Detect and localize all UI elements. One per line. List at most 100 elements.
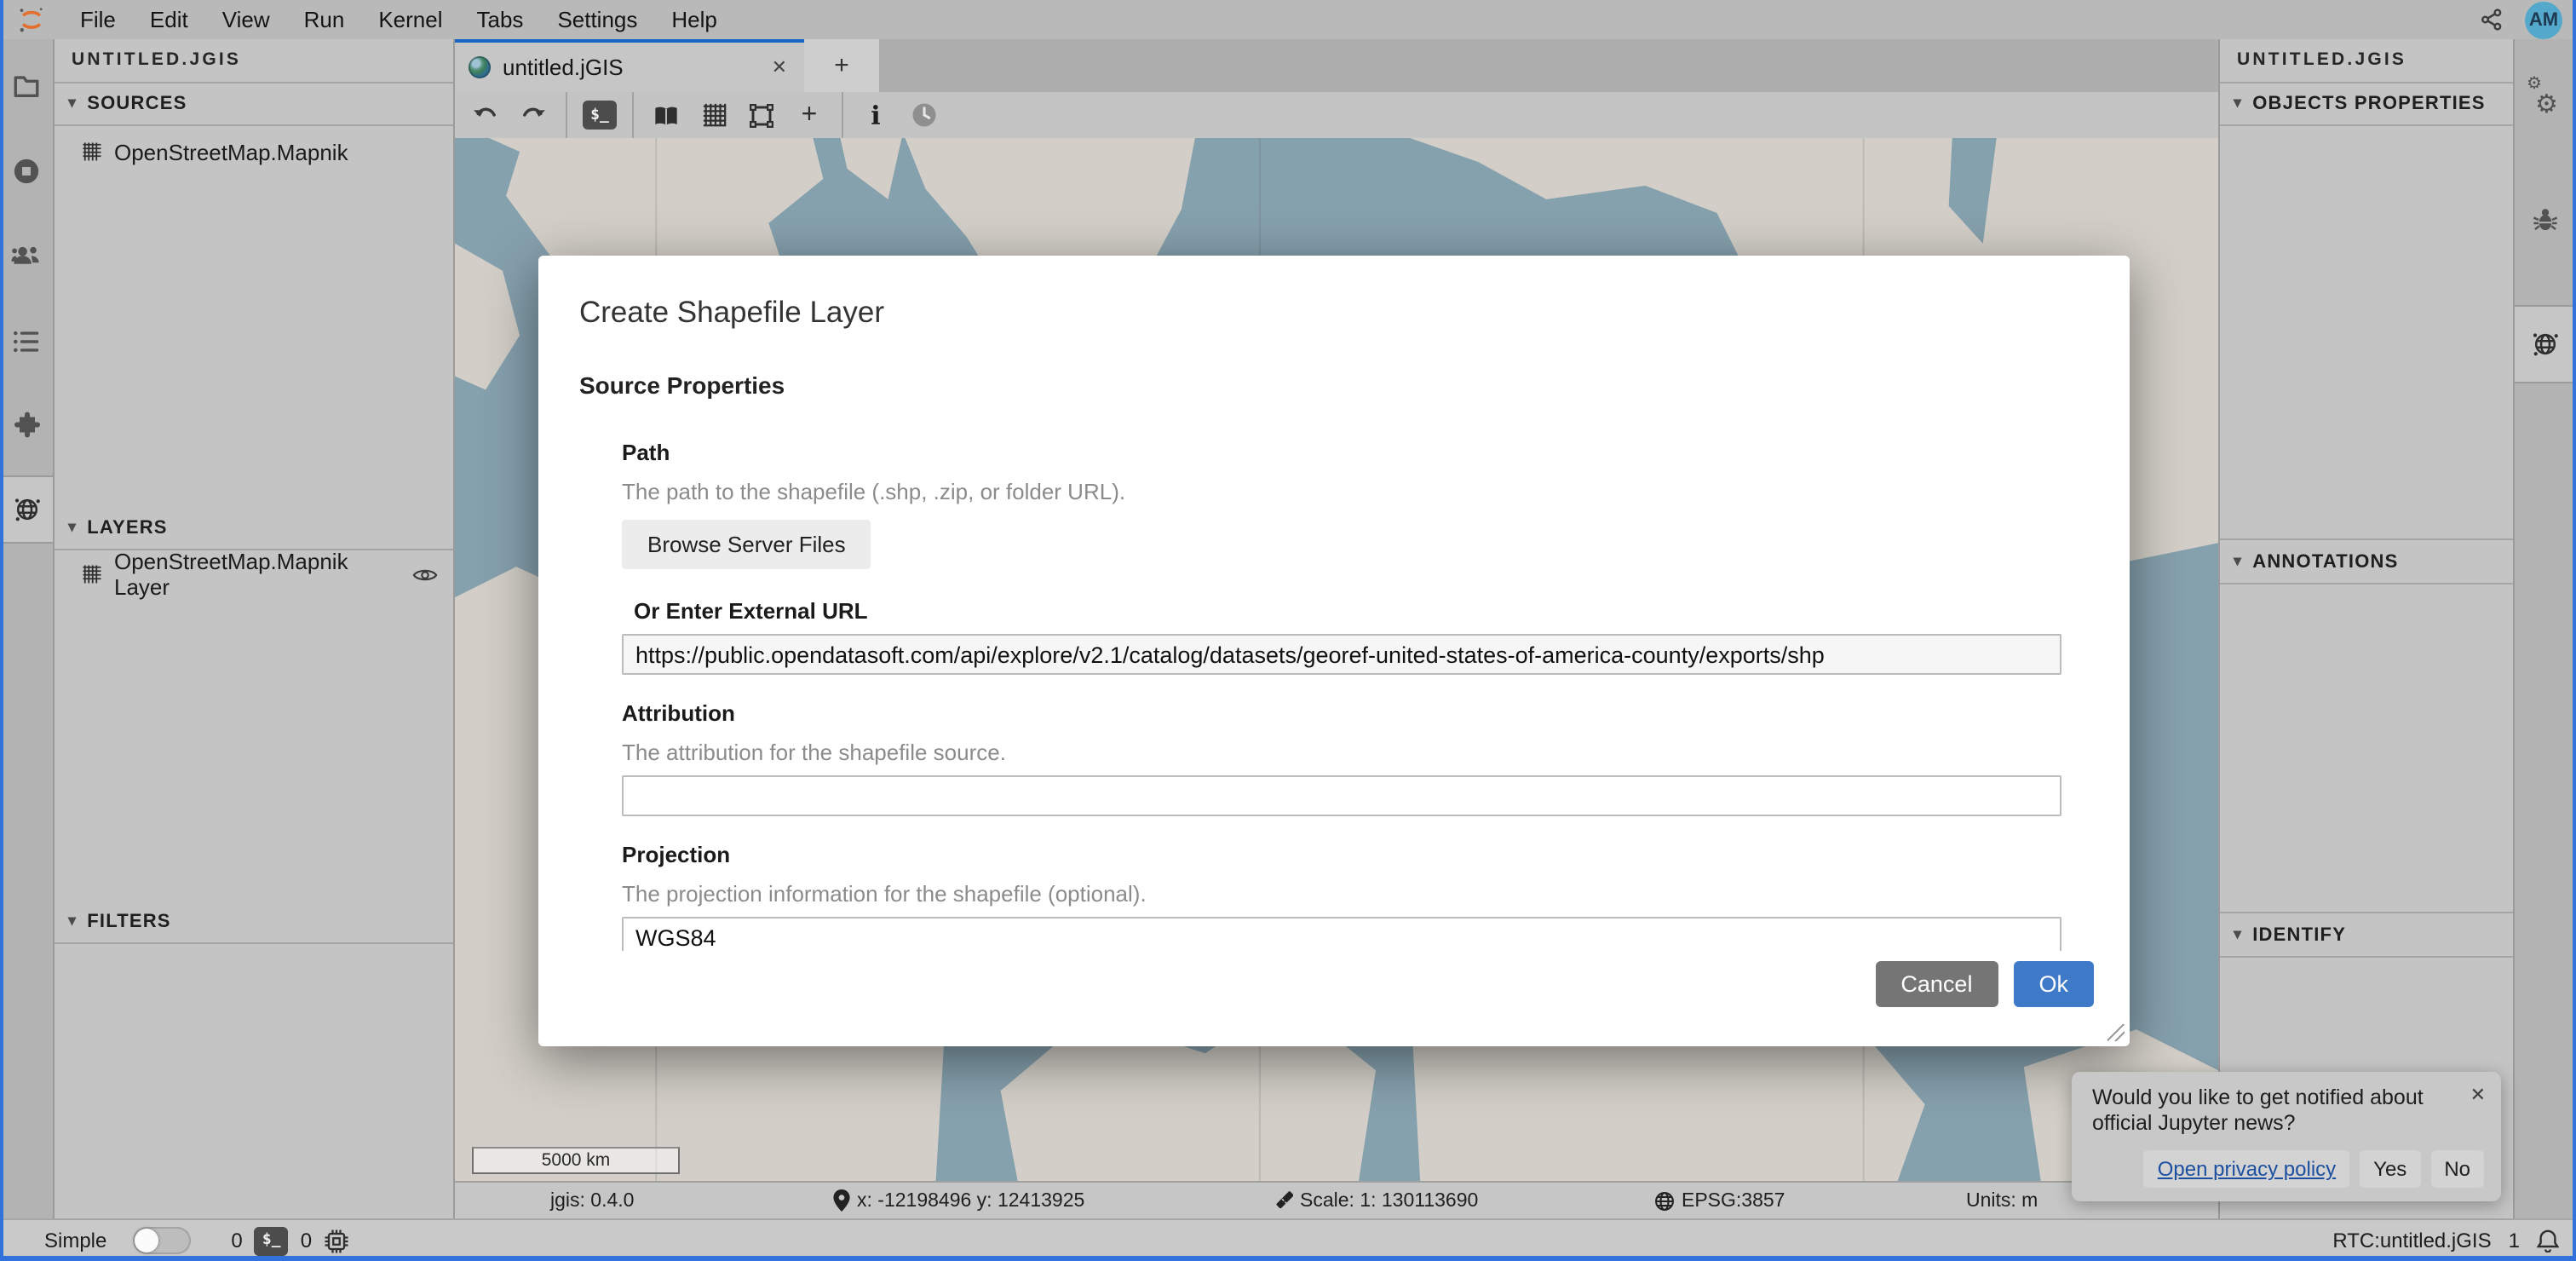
table-of-contents-icon[interactable] <box>0 308 53 373</box>
source-item-openstreetmap[interactable]: OpenStreetMap.Mapnik <box>55 133 453 170</box>
add-layer-button[interactable]: + <box>789 95 830 135</box>
share-icon[interactable] <box>2479 7 2504 32</box>
new-vector-layer-button[interactable] <box>741 95 782 135</box>
layer-visibility-eye-icon[interactable] <box>412 565 438 584</box>
pointer-coordinates: x: -12198496 y: 12413925 <box>833 1183 1084 1218</box>
menu-run[interactable]: Run <box>287 7 362 32</box>
basemap-gallery-button[interactable] <box>646 95 687 135</box>
raster-grid-icon <box>82 564 102 584</box>
right-activity-bar: ⚙⚙ <box>2513 39 2576 1218</box>
redo-button[interactable] <box>513 95 554 135</box>
debugger-bug-icon[interactable] <box>2515 182 2576 257</box>
caret-down-icon: ▾ <box>68 94 77 112</box>
caret-down-icon: ▾ <box>68 518 77 537</box>
jgis-version: jgis: 0.4.0 <box>550 1183 634 1218</box>
dialog-section-heading: Source Properties <box>579 371 2089 399</box>
toolbar-separator <box>842 92 843 138</box>
terminal-icon[interactable]: $_ <box>255 1226 289 1255</box>
projection-code: EPSG:3857 <box>1654 1183 1785 1218</box>
user-avatar[interactable]: AM <box>2525 1 2562 38</box>
section-header-filters[interactable]: ▾ FILTERS <box>55 900 453 944</box>
attribution-description: The attribution for the shapefile source… <box>622 740 2089 765</box>
plus-icon: + <box>834 51 849 80</box>
map-toolbar: $_ + i <box>455 92 2218 138</box>
raster-grid-icon <box>82 141 102 162</box>
map-scale-bar: 5000 km <box>472 1147 680 1174</box>
browse-server-files-button[interactable]: Browse Server Files <box>622 520 871 569</box>
jgis-panel-icon[interactable] <box>0 475 53 544</box>
rtc-session-label: RTC:untitled.jGIS <box>2332 1229 2491 1252</box>
notification-message: Would you like to get notified about off… <box>2092 1085 2484 1137</box>
menu-tabs[interactable]: Tabs <box>460 7 541 32</box>
menu-file[interactable]: File <box>63 7 133 32</box>
section-header-objects-properties[interactable]: ▾ OBJECTS PROPERTIES <box>2220 82 2513 126</box>
property-inspector-icon[interactable]: ⚙⚙ <box>2515 63 2576 138</box>
tab-untitled-jgis[interactable]: untitled.jGIS ✕ <box>455 39 804 92</box>
section-header-sources[interactable]: ▾ SOURCES <box>55 82 453 126</box>
identify-info-button[interactable]: i <box>855 95 896 135</box>
right-panel-title: UNTITLED.JGIS <box>2220 39 2513 83</box>
section-header-layers[interactable]: ▾ LAYERS <box>55 506 453 550</box>
map-units: Units: m <box>1966 1183 2038 1218</box>
caret-down-icon: ▾ <box>68 912 77 930</box>
plus-icon: + <box>802 100 818 130</box>
info-icon: i <box>871 100 880 130</box>
app-status-bar: Simple 0 $_ 0 RTC:untitled.jGIS 1 <box>0 1218 2576 1261</box>
extension-manager-icon[interactable] <box>0 394 53 458</box>
new-raster-layer-button[interactable] <box>693 95 734 135</box>
map-status-bar: jgis: 0.4.0 x: -12198496 y: 12413925 Sca… <box>455 1181 2218 1218</box>
attribution-input[interactable] <box>622 775 2061 816</box>
menu-help[interactable]: Help <box>654 7 734 32</box>
ok-button[interactable]: Ok <box>2013 961 2094 1007</box>
notification-count: 1 <box>2509 1229 2520 1252</box>
file-browser-icon[interactable] <box>0 53 53 118</box>
external-url-label: Or Enter External URL <box>634 598 2089 624</box>
dialog-resize-handle[interactable] <box>2107 1024 2125 1041</box>
kernel-chip-icon[interactable] <box>324 1228 349 1253</box>
menubar: File Edit View Run Kernel Tabs Settings … <box>0 0 2576 39</box>
projection-label: Projection <box>622 842 2089 867</box>
cancel-button[interactable]: Cancel <box>1875 961 1998 1007</box>
notification-yes-button[interactable]: Yes <box>2360 1150 2420 1188</box>
notification-close-icon[interactable]: ✕ <box>2470 1083 2486 1105</box>
left-panel-title: UNTITLED.JGIS <box>55 39 453 83</box>
collaboration-users-icon[interactable] <box>0 223 53 288</box>
jupyter-news-notification: Would you like to get notified about off… <box>2072 1071 2501 1201</box>
menu-items: File Edit View Run Kernel Tabs Settings … <box>63 7 734 32</box>
section-header-annotations[interactable]: ▾ ANNOTATIONS <box>2220 538 2513 584</box>
left-sidebar-panel: UNTITLED.JGIS ▾ SOURCES OpenStreetMap.Ma… <box>55 39 455 1218</box>
console-button[interactable]: $_ <box>579 95 620 135</box>
undo-button[interactable] <box>465 95 506 135</box>
left-activity-bar <box>0 39 55 1218</box>
menu-settings[interactable]: Settings <box>540 7 654 32</box>
bell-icon[interactable] <box>2537 1229 2559 1252</box>
simple-mode-toggle[interactable] <box>132 1227 190 1254</box>
simple-mode-label: Simple <box>44 1229 106 1252</box>
open-privacy-policy-button[interactable]: Open privacy policy <box>2144 1150 2349 1188</box>
terminal-icon: $_ <box>583 101 617 130</box>
toolbar-separator <box>566 92 567 138</box>
jgis-right-panel-icon[interactable] <box>2515 305 2576 383</box>
terminal-count: 0 <box>231 1229 242 1252</box>
path-description: The path to the shapefile (.shp, .zip, o… <box>622 479 2089 504</box>
section-header-identify[interactable]: ▾ IDENTIFY <box>2220 912 2513 958</box>
layer-item-openstreetmap[interactable]: OpenStreetMap.Mapnik Layer <box>55 556 453 593</box>
new-tab-button[interactable]: + <box>804 39 879 92</box>
jgis-file-icon <box>469 56 491 78</box>
tab-bar: untitled.jGIS ✕ + <box>455 39 2218 92</box>
menu-edit[interactable]: Edit <box>133 7 205 32</box>
toolbar-separator <box>632 92 634 138</box>
temporal-clock-button[interactable] <box>903 95 944 135</box>
kernel-count: 0 <box>301 1229 312 1252</box>
path-label: Path <box>622 440 2089 465</box>
projection-input[interactable] <box>622 917 2061 951</box>
tab-title: untitled.jGIS <box>503 55 756 80</box>
dialog-form: Path The path to the shapefile (.shp, .z… <box>622 440 2089 951</box>
tab-close-icon[interactable]: ✕ <box>768 56 791 78</box>
menu-kernel[interactable]: Kernel <box>361 7 459 32</box>
notification-no-button[interactable]: No <box>2430 1150 2484 1188</box>
running-kernels-icon[interactable] <box>0 138 53 203</box>
menu-view[interactable]: View <box>205 7 287 32</box>
jupyterlab-window: File Edit View Run Kernel Tabs Settings … <box>0 0 2576 1261</box>
external-url-input[interactable] <box>622 634 2061 675</box>
